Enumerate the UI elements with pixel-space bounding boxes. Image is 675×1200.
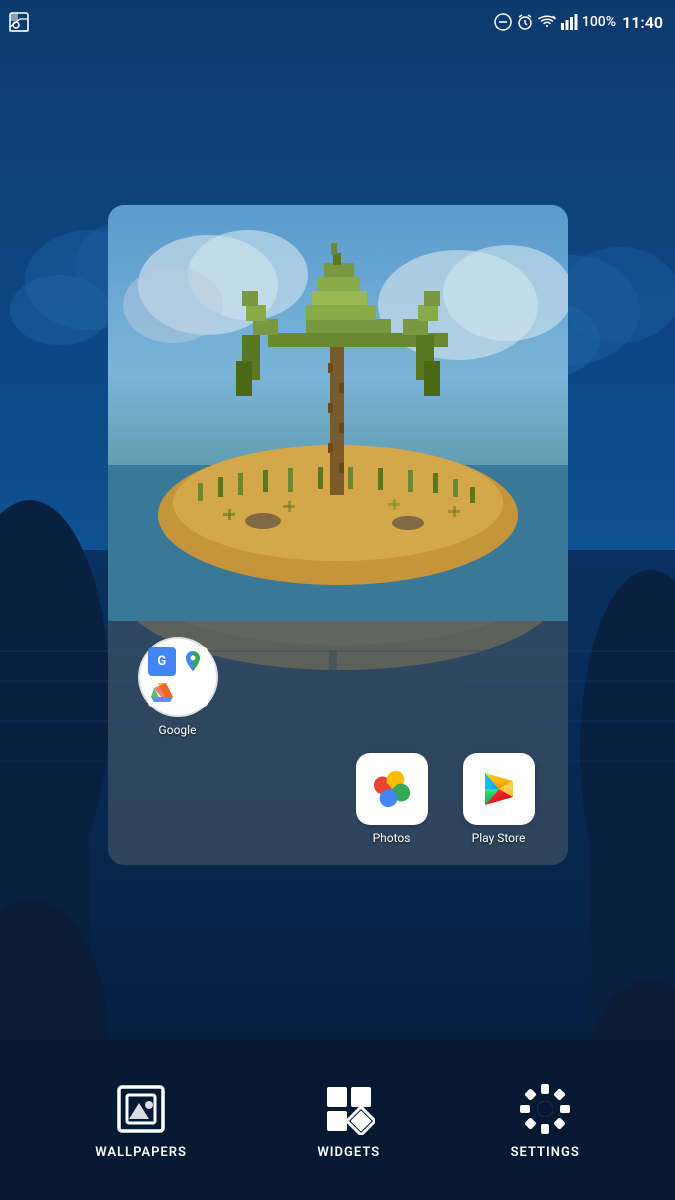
status-left [8,11,30,33]
empty-slot-1 [235,637,334,737]
widgets-button[interactable]: WIDGETS [317,1081,380,1160]
wallpapers-icon [113,1081,169,1137]
wallpapers-label: WALLPAPERS [95,1145,187,1160]
drive-mini [148,679,177,708]
playstore-app-item[interactable]: Play Store [449,753,548,845]
app-grid: G [108,621,568,865]
google-app-label: Google [159,723,197,737]
google-g-mini: G [148,647,177,676]
dnd-icon [494,13,512,31]
status-bar: 100% 11:40 [0,0,675,44]
maps-mini [179,647,208,676]
google-folder-icon: G [138,637,218,717]
photos-app-label: Photos [373,831,411,845]
settings-label: SETTINGS [511,1145,580,1160]
empty-slot-3 [449,637,548,737]
playstore-app-label: Play Store [472,831,526,845]
time-text: 11:40 [622,13,663,32]
folder-preview [108,205,568,621]
wallpapers-button[interactable]: WALLPAPERS [95,1081,187,1160]
battery-text: 100% [582,14,616,30]
alarm-icon [516,13,534,31]
playstore-icon [463,753,535,825]
widgets-label: WIDGETS [317,1145,380,1160]
empty-slot-9 [235,753,334,845]
settings-icon [517,1081,573,1137]
widgets-icon [321,1081,377,1137]
empty-slot-8 [128,753,227,845]
settings-button[interactable]: SETTINGS [511,1081,580,1160]
photo-widget-icon [8,11,30,33]
folder-overlay: G [108,205,568,865]
signal-icon [560,13,578,31]
status-right: 100% 11:40 [494,13,663,32]
bottom-bar: WALLPAPERS WIDGETS [0,1040,675,1200]
photos-app-item[interactable]: Photos [342,753,441,845]
empty-slot-2 [342,637,441,737]
folder-empty-slot [179,679,208,708]
photos-icon [356,753,428,825]
wifi-icon [538,13,556,31]
google-app-item[interactable]: G [128,637,227,737]
